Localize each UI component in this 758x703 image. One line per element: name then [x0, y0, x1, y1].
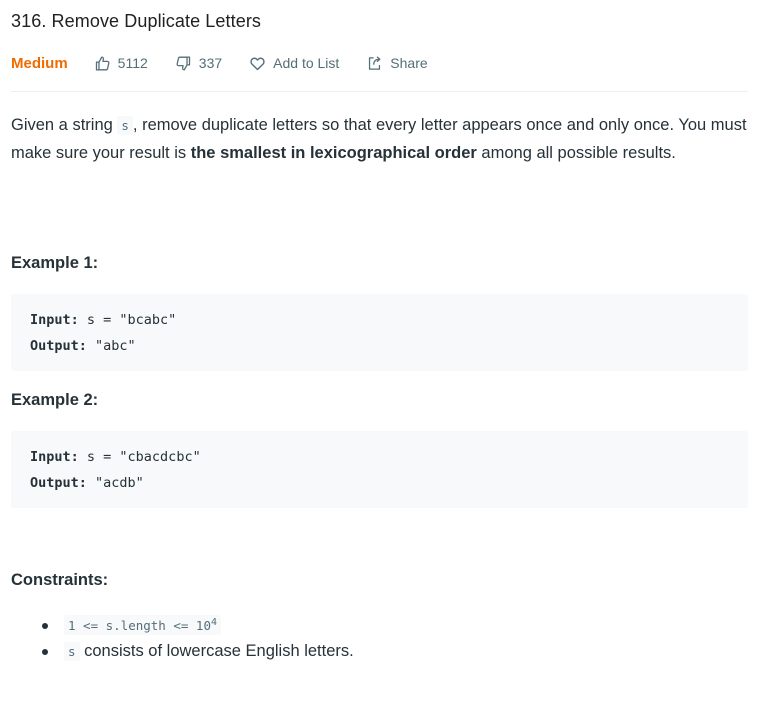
input-value: s = "bcabc" — [78, 312, 177, 328]
example-2-output: Output: "acdb" — [30, 475, 144, 491]
constraint-code-text: 1 <= s.length <= 10 — [68, 618, 211, 634]
bullet-icon — [42, 623, 48, 629]
example-1-input: Input: s = "bcabc" — [30, 312, 176, 328]
thumbs-up-icon — [94, 55, 118, 72]
thumbs-down-icon — [175, 55, 199, 72]
share-label: Share — [390, 55, 428, 71]
output-label: Output: — [30, 475, 87, 491]
output-value: "abc" — [86, 338, 136, 354]
constraints-heading: Constraints: — [11, 571, 109, 589]
heart-icon — [249, 55, 273, 72]
dislike-button[interactable]: 337 — [175, 55, 222, 72]
constraint-text: consists of lowercase English letters. — [79, 641, 354, 660]
output-label: Output: — [30, 338, 87, 354]
example-2-block: Input: s = "cbacdcbc" Output: "acdb" — [11, 431, 748, 508]
bullet-icon — [42, 649, 48, 655]
problem-description: Given a string s, remove duplicate lette… — [11, 112, 748, 166]
header-divider — [11, 91, 748, 92]
constraint-code: s — [64, 641, 80, 661]
example-1-heading: Example 1: — [11, 254, 99, 272]
problem-title: 316. Remove Duplicate Letters — [11, 11, 262, 31]
constraints-list: 1 <= s.length <= 104 s consists of lower… — [11, 612, 748, 664]
example-1-output: Output: "abc" — [30, 338, 136, 354]
example-2-heading: Example 2: — [11, 391, 99, 409]
difficulty-badge: Medium — [11, 54, 68, 72]
constraint-code: 1 <= s.length <= 104 — [64, 614, 222, 636]
description-text: among all possible results. — [476, 143, 676, 162]
add-to-list-label: Add to List — [273, 55, 340, 71]
problem-meta-bar: Medium 5112 337 Add to List Share — [11, 52, 455, 74]
description-emphasis: the smallest in lexicographical order — [190, 143, 477, 162]
input-label: Input: — [30, 449, 79, 465]
constraint-item: 1 <= s.length <= 104 — [11, 612, 748, 638]
input-label: Input: — [30, 312, 79, 328]
share-button[interactable]: Share — [366, 55, 428, 72]
output-value: "acdb" — [86, 475, 144, 491]
dislike-count: 337 — [198, 55, 223, 71]
like-button[interactable]: 5112 — [94, 55, 148, 72]
inline-code-s: s — [117, 116, 133, 135]
description-text: Given a string — [11, 116, 118, 134]
constraint-exponent: 4 — [211, 616, 218, 628]
constraint-item: s consists of lowercase English letters. — [11, 638, 748, 664]
share-icon — [366, 55, 390, 72]
input-value: s = "cbacdcbc" — [78, 449, 201, 465]
add-to-list-button[interactable]: Add to List — [249, 55, 339, 72]
like-count: 5112 — [117, 55, 148, 71]
example-2-input: Input: s = "cbacdcbc" — [30, 449, 201, 465]
example-1-block: Input: s = "bcabc" Output: "abc" — [11, 294, 748, 371]
